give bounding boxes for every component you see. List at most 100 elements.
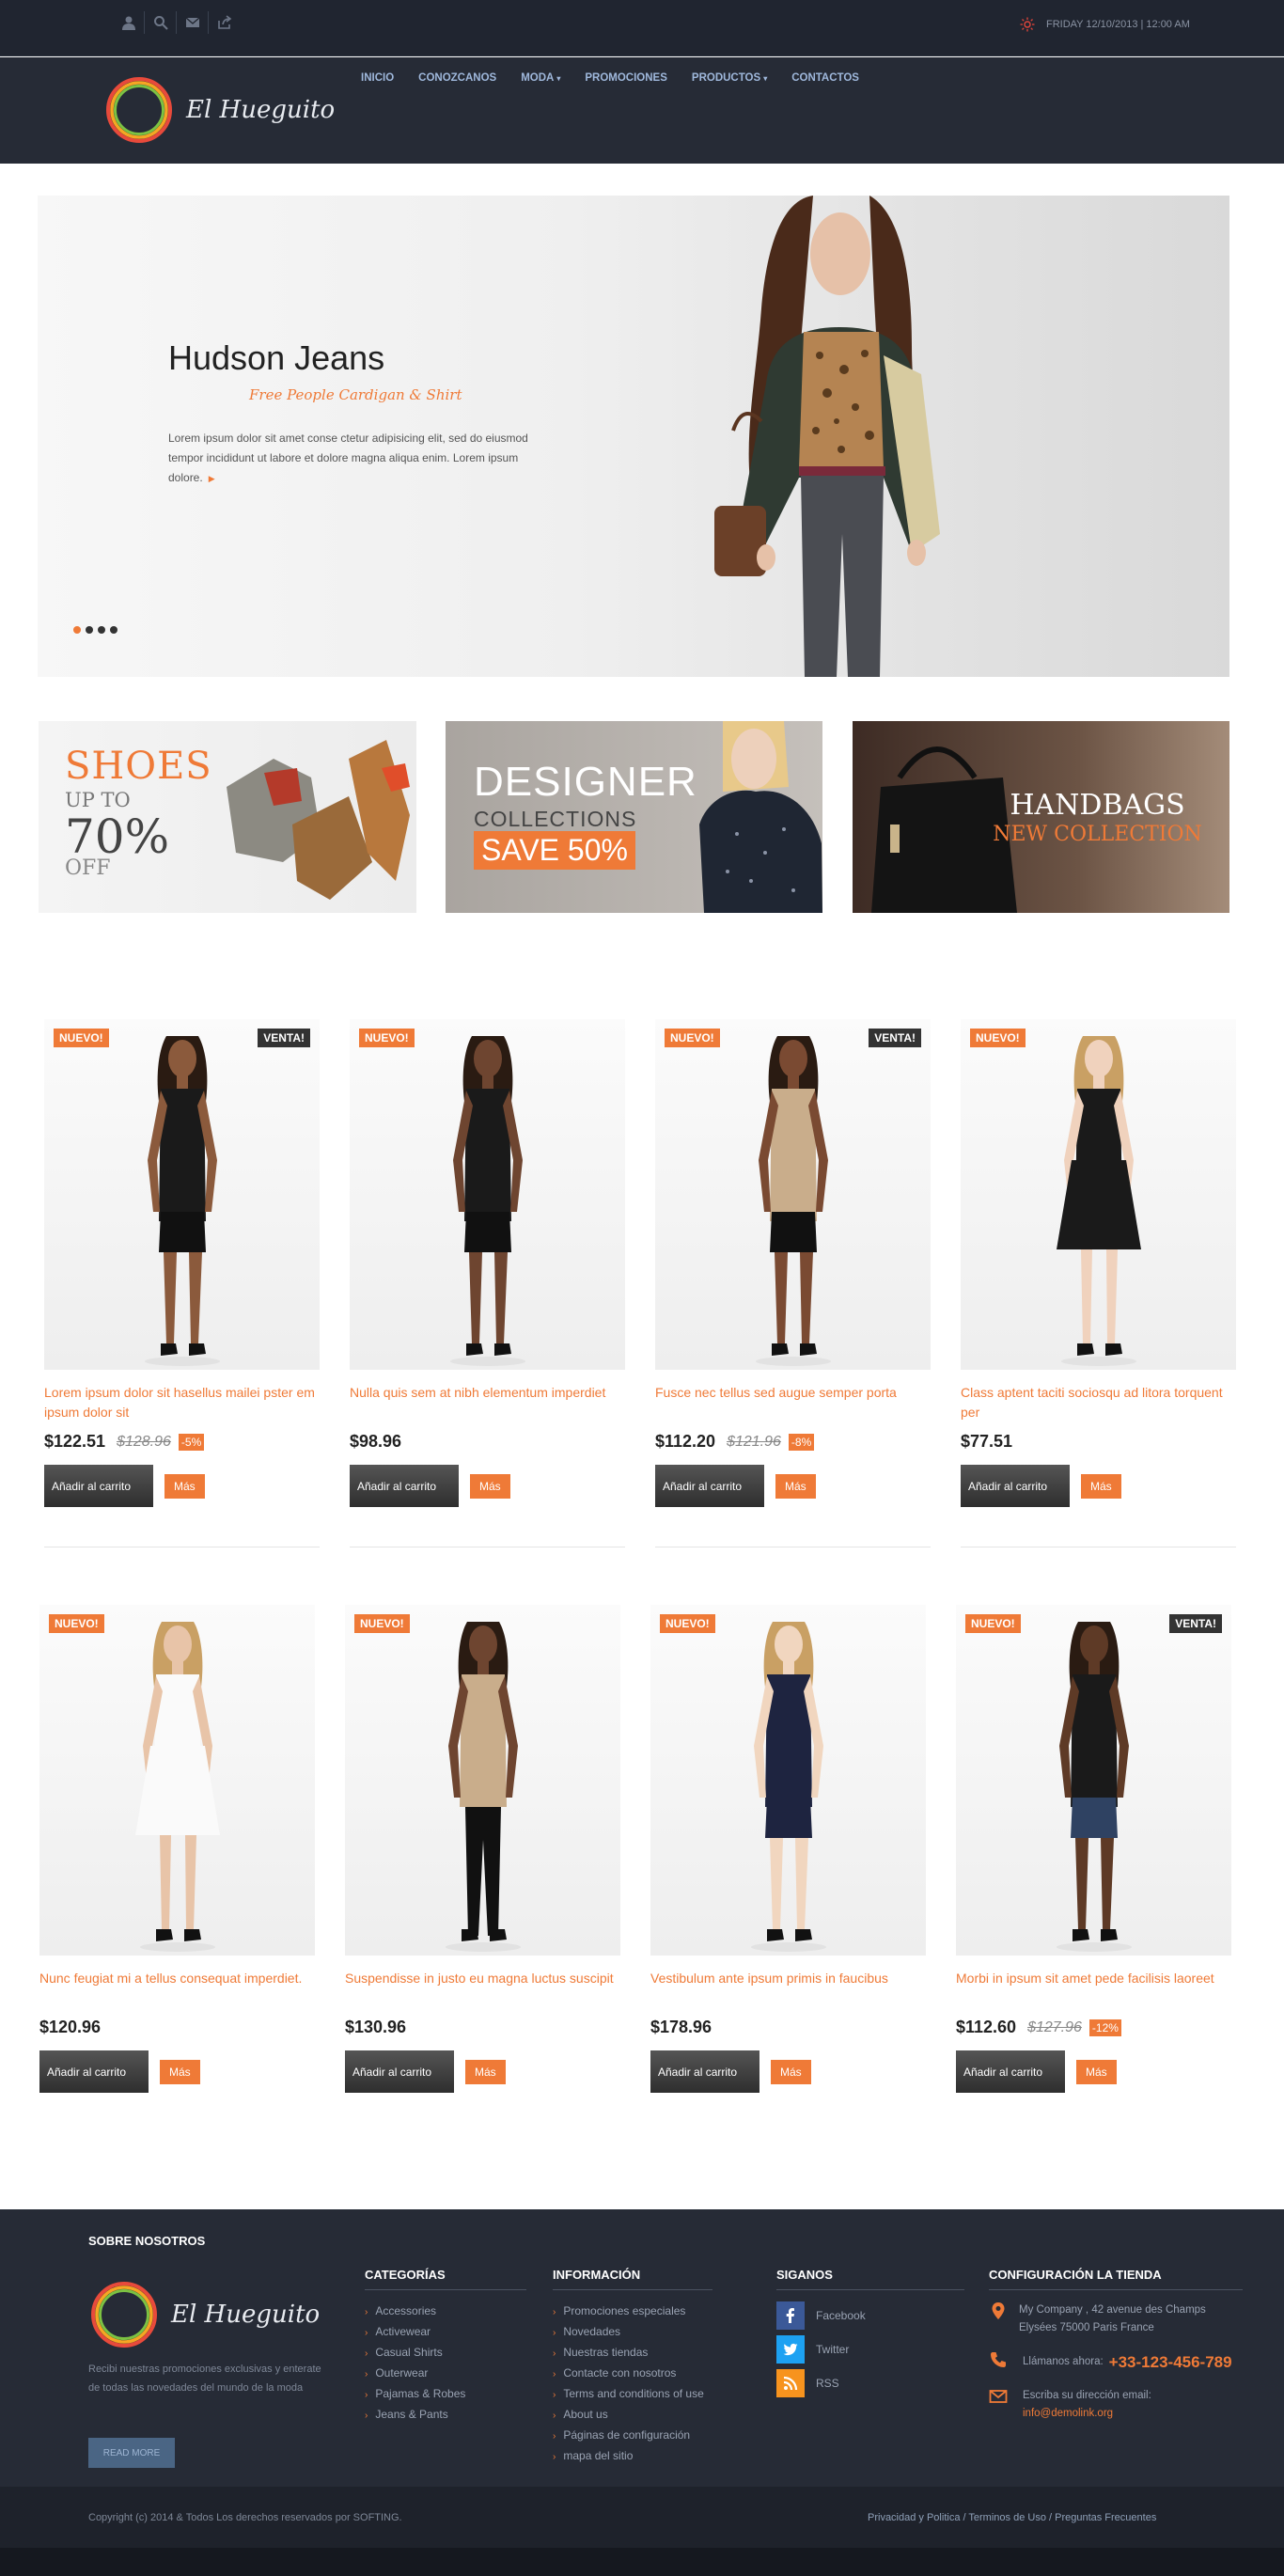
product-image[interactable]	[44, 1019, 320, 1370]
nav-contactos[interactable]: CONTACTOS	[791, 72, 859, 84]
more-button[interactable]: Más	[1081, 1473, 1121, 1499]
nav-conozcanos[interactable]: CONOZCANOS	[418, 72, 496, 84]
more-button[interactable]: Más	[775, 1473, 816, 1499]
discount-badge: -5%	[178, 1433, 205, 1451]
main-nav: INICIO CONOZCANOS MODA ▾ PROMOCIONES PROD…	[361, 72, 884, 84]
product-card: NUEVO! VENTA! Morbi in ipsum sit amet pe…	[956, 1605, 1231, 2093]
social-rss[interactable]: RSS	[776, 2369, 964, 2397]
social-twitter[interactable]: Twitter	[776, 2335, 964, 2364]
arrow-right-icon[interactable]: ▶	[209, 474, 215, 483]
mail-icon[interactable]	[177, 11, 209, 34]
category-item[interactable]: › Pajamas & Robes	[365, 2384, 526, 2405]
hero-slider[interactable]: Hudson Jeans Free People Cardigan & Shir…	[38, 196, 1229, 677]
add-to-cart-button[interactable]: Añadir al carrito	[39, 2050, 149, 2093]
product-image[interactable]	[956, 1605, 1231, 1956]
product-image[interactable]	[39, 1605, 315, 1956]
product-image-frame[interactable]: NUEVO!	[39, 1605, 315, 1956]
info-item[interactable]: › Contacte con nosotros	[553, 2364, 712, 2384]
category-item[interactable]: › Jeans & Pants	[365, 2405, 526, 2426]
slider-dot[interactable]	[73, 626, 81, 634]
product-price: $122.51	[44, 1432, 106, 1451]
site-logo[interactable]: El Hueguito	[103, 74, 335, 146]
more-button[interactable]: Más	[771, 2059, 811, 2084]
add-to-cart-button[interactable]: Añadir al carrito	[650, 2050, 759, 2093]
banner-handbags-sub: NEW COLLECTION	[993, 823, 1202, 846]
search-icon[interactable]	[145, 11, 177, 34]
category-item[interactable]: › Activewear	[365, 2322, 526, 2343]
footer-follow: SIGANOS Facebook Twitter RSS	[776, 2268, 964, 2403]
product-image-frame[interactable]: NUEVO! VENTA!	[655, 1019, 931, 1370]
nav-moda[interactable]: MODA ▾	[521, 72, 560, 84]
new-badge: NUEVO!	[354, 1614, 410, 1633]
nav-productos[interactable]: PRODUCTOS ▾	[692, 72, 767, 84]
banner-shoes[interactable]: SHOES UP TO 70% OFF	[39, 721, 416, 913]
add-to-cart-button[interactable]: Añadir al carrito	[956, 2050, 1065, 2093]
product-price: $98.96	[350, 1432, 402, 1451]
category-item[interactable]: › Casual Shirts	[365, 2343, 526, 2364]
product-image[interactable]	[350, 1019, 625, 1370]
footer-logo[interactable]: El Hueguito	[88, 2279, 320, 2350]
phone-number[interactable]: +33-123-456-789	[1109, 2353, 1232, 2372]
email-link[interactable]: info@demolink.org	[1023, 2405, 1151, 2423]
product-name[interactable]: Nunc feugiat mi a tellus consequat imper…	[39, 1969, 315, 2008]
info-label: mapa del sitio	[563, 2449, 634, 2462]
product-name[interactable]: Suspendisse in justo eu magna luctus sus…	[345, 1969, 620, 2008]
product-name[interactable]: Vestibulum ante ipsum primis in faucibus	[650, 1969, 926, 2008]
product-image[interactable]	[345, 1605, 620, 1956]
product-image-frame[interactable]: NUEVO!	[350, 1019, 625, 1370]
read-more-button[interactable]: READ MORE	[88, 2438, 175, 2468]
product-name[interactable]: Morbi in ipsum sit amet pede facilisis l…	[956, 1969, 1231, 2008]
banner-shoes-off: OFF	[65, 856, 111, 880]
footer-bottom-links[interactable]: Privacidad y Politica / Terminos de Uso …	[868, 2512, 1156, 2523]
product-name[interactable]: Lorem ipsum dolor sit hasellus mailei ps…	[44, 1383, 320, 1422]
add-to-cart-button[interactable]: Añadir al carrito	[961, 1465, 1070, 1507]
product-image[interactable]	[961, 1019, 1236, 1370]
info-item[interactable]: › Páginas de configuración	[553, 2426, 712, 2446]
product-name[interactable]: Class aptent taciti sociosqu ad litora t…	[961, 1383, 1236, 1422]
user-icon[interactable]	[113, 11, 145, 34]
banner-designer[interactable]: DESIGNER COLLECTIONS SAVE 50%	[446, 721, 822, 913]
product-image-frame[interactable]: NUEVO! VENTA!	[44, 1019, 320, 1370]
category-item[interactable]: › Outerwear	[365, 2364, 526, 2384]
category-item[interactable]: › Accessories	[365, 2301, 526, 2322]
info-item[interactable]: › mapa del sitio	[553, 2446, 712, 2467]
product-image-frame[interactable]: NUEVO!	[345, 1605, 620, 1956]
info-item[interactable]: › Terms and conditions of use	[553, 2384, 712, 2405]
add-to-cart-button[interactable]: Añadir al carrito	[655, 1465, 764, 1507]
more-button[interactable]: Más	[470, 1473, 510, 1499]
banner-handbags[interactable]: HANDBAGS NEW COLLECTION	[853, 721, 1229, 913]
nav-label: PRODUCTOS	[691, 72, 761, 84]
add-to-cart-button[interactable]: Añadir al carrito	[345, 2050, 454, 2093]
product-price-row: $130.96	[345, 2018, 620, 2037]
product-image-frame[interactable]: NUEVO!	[650, 1605, 926, 1956]
slider-dot[interactable]	[110, 626, 117, 634]
nav-promociones[interactable]: PROMOCIONES	[585, 72, 667, 84]
info-item[interactable]: › Nuestras tiendas	[553, 2343, 712, 2364]
product-old-price: $128.96	[117, 1433, 171, 1450]
add-to-cart-button[interactable]: Añadir al carrito	[44, 1465, 153, 1507]
share-icon[interactable]	[209, 11, 241, 34]
product-image-frame[interactable]: NUEVO!	[961, 1019, 1236, 1370]
social-facebook[interactable]: Facebook	[776, 2301, 964, 2330]
info-item[interactable]: › Promociones especiales	[553, 2301, 712, 2322]
chevron-right-icon: ›	[365, 2328, 368, 2338]
more-button[interactable]: Más	[1076, 2059, 1117, 2084]
nav-inicio[interactable]: INICIO	[361, 72, 394, 84]
more-button[interactable]: Más	[465, 2059, 506, 2084]
product-image[interactable]	[655, 1019, 931, 1370]
info-item[interactable]: › Novedades	[553, 2322, 712, 2343]
info-item[interactable]: › About us	[553, 2405, 712, 2426]
product-actions: Añadir al carrito Más	[956, 2050, 1231, 2093]
slider-dot[interactable]	[98, 626, 105, 634]
product-name[interactable]: Fusce nec tellus sed augue semper porta	[655, 1383, 931, 1422]
add-to-cart-button[interactable]: Añadir al carrito	[350, 1465, 459, 1507]
product-image[interactable]	[650, 1605, 926, 1956]
product-image-frame[interactable]: NUEVO! VENTA!	[956, 1605, 1231, 1956]
slider-dot[interactable]	[86, 626, 93, 634]
product-name[interactable]: Nulla quis sem at nibh elementum imperdi…	[350, 1383, 625, 1422]
hero-body: Lorem ipsum dolor sit amet conse ctetur …	[168, 432, 528, 484]
category-label: Casual Shirts	[375, 2346, 443, 2359]
more-button[interactable]: Más	[160, 2059, 200, 2084]
more-button[interactable]: Más	[164, 1473, 205, 1499]
info-label: Promociones especiales	[563, 2304, 686, 2317]
